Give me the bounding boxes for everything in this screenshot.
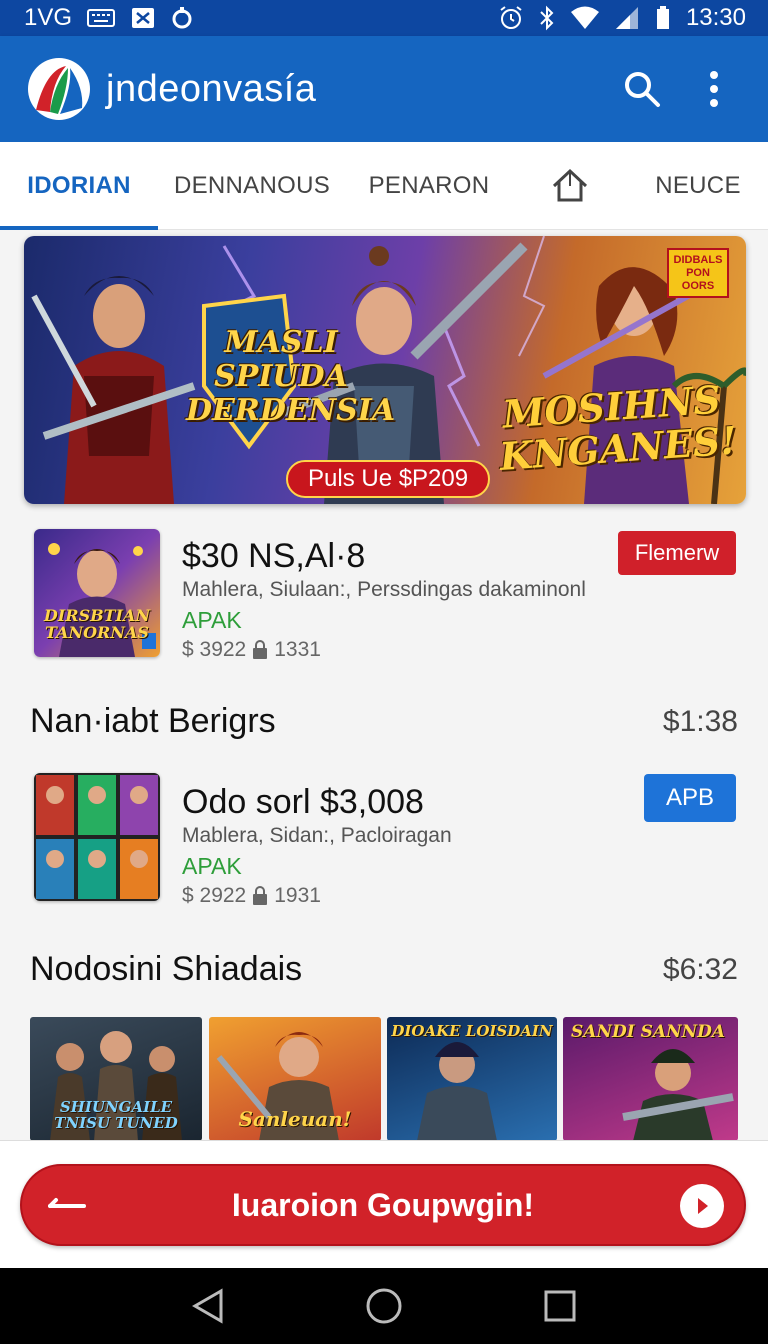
featured-app-tag: APAK <box>182 607 242 633</box>
back-icon[interactable] <box>178 1276 238 1336</box>
tile-label: DIOAKE LOISDAIN <box>391 1022 553 1040</box>
featured-app-developer: Mahlera, Siulaan:, Perssdingas dakaminon… <box>182 578 586 601</box>
featured-app-stats: $ 3922 1331 <box>182 636 586 664</box>
tab-label: PENARON <box>368 171 490 199</box>
promo-banner[interactable]: MASLI SPIUDA DERDENSIA MOSIHNS KNGANES! … <box>24 236 746 504</box>
featured-app-action-button[interactable]: Flemerw <box>618 531 736 575</box>
tab-idorian[interactable]: IDORIAN <box>0 142 158 230</box>
tab-label: IDORIAN <box>27 171 131 199</box>
wifi-icon <box>570 6 599 29</box>
tile-label: SANDI SANNDA <box>571 1022 726 1042</box>
app-bar: jndeonvasía <box>0 36 768 142</box>
featured-app-info: $30 NS,Al·8 Mahlera, Siulaan:, Perssding… <box>182 536 586 664</box>
app-logo-icon[interactable] <box>28 58 90 120</box>
close-box-icon <box>132 8 155 28</box>
home-icon <box>552 168 588 201</box>
app-title: jndeonvasía <box>106 67 317 110</box>
system-nav-bar <box>0 1268 768 1344</box>
carrier-label: 1VG <box>24 4 73 31</box>
tab-bar: IDORIAN DENNANOUS PENARON NEUCE <box>0 142 768 230</box>
featured-app-thumb-label: DIRSBTIAN TANORNAS <box>43 606 151 642</box>
tab-label: DENNANOUS <box>173 171 331 199</box>
section-title[interactable]: Nodosini Shiadais <box>30 950 302 989</box>
arrow-left-icon[interactable] <box>48 1188 96 1224</box>
banner-badge: DIDBALS PON OORS <box>667 248 729 298</box>
cta-button[interactable]: Iuaroion Goupwgin! <box>20 1164 746 1246</box>
home-circle-icon[interactable] <box>354 1276 414 1336</box>
clock: 13:30 <box>685 4 746 31</box>
featured-app-thumbnail[interactable]: DIRSBTIAN TANORNAS <box>34 529 160 657</box>
bluetooth-icon <box>540 5 554 31</box>
tab-penaron[interactable]: PENARON <box>346 142 512 230</box>
second-app-developer: Mablera, Sidan:, Pacloiragan <box>182 824 452 847</box>
circle-notification-icon <box>172 7 192 29</box>
featured-app-count: 1331 <box>274 638 321 661</box>
battery-icon <box>656 6 669 29</box>
tab-label: NEUCE <box>655 171 741 199</box>
lock-icon <box>253 640 268 659</box>
banner-title-right: MOSIHNS KNGANES! <box>498 376 739 479</box>
status-bar: 1VG 13:30 <box>0 0 768 36</box>
second-app-art <box>36 775 158 899</box>
tab-neuce[interactable]: NEUCE <box>628 142 768 230</box>
game-tile[interactable]: SHIUNGAILE TNISU TUNED <box>30 1017 202 1141</box>
keyboard-icon <box>87 9 116 27</box>
section-time: $1:38 <box>662 704 738 738</box>
game-tile[interactable]: SANDI SANNDA <box>563 1017 738 1141</box>
game-tile[interactable]: DIOAKE LOISDAIN <box>387 1017 557 1141</box>
second-app-thumbnail[interactable] <box>34 773 160 901</box>
signal-icon <box>615 7 638 29</box>
cta-label: Iuaroion Goupwgin! <box>231 1186 535 1223</box>
section-title[interactable]: Nan·iabt Berigrs <box>30 702 276 741</box>
banner-price-button[interactable]: Puls Ue $P209 <box>286 460 491 498</box>
section-time: $6:32 <box>662 952 738 986</box>
second-app-tag: APAK <box>182 853 242 879</box>
game-tile[interactable]: Sanleuan! <box>209 1017 381 1141</box>
search-icon[interactable] <box>616 63 668 115</box>
tile-label: SHIUNGAILE TNISU TUNED <box>54 1098 178 1132</box>
tab-home[interactable] <box>512 142 628 230</box>
section-header-1: Nan·iabt Berigrs $1:38 <box>30 702 738 741</box>
second-app-action-button[interactable]: APB <box>644 774 736 822</box>
lock-icon <box>253 886 268 905</box>
section-header-2: Nodosini Shiadais $6:32 <box>30 950 738 989</box>
tile-label: Sanleuan! <box>238 1107 352 1131</box>
alarm-icon <box>500 6 522 29</box>
banner-title-left: MASLI SPIUDA DERDENSIA <box>186 325 396 428</box>
recents-icon[interactable] <box>530 1276 590 1336</box>
more-vert-icon[interactable] <box>688 63 740 115</box>
featured-app-name[interactable]: $30 NS,Al·8 <box>182 536 586 576</box>
second-app-price: $ 2922 <box>182 884 247 907</box>
featured-app-price: $ 3922 <box>182 638 247 661</box>
second-app-name[interactable]: Odo sorl $3,008 <box>182 782 452 822</box>
second-app-count: 1931 <box>274 884 321 907</box>
second-app-info: Odo sorl $3,008 Mablera, Sidan:, Pacloir… <box>182 782 452 910</box>
second-app-stats: $ 2922 1931 <box>182 882 452 910</box>
tab-dennanous[interactable]: DENNANOUS <box>158 142 346 230</box>
play-arrow-icon[interactable] <box>680 1184 724 1228</box>
